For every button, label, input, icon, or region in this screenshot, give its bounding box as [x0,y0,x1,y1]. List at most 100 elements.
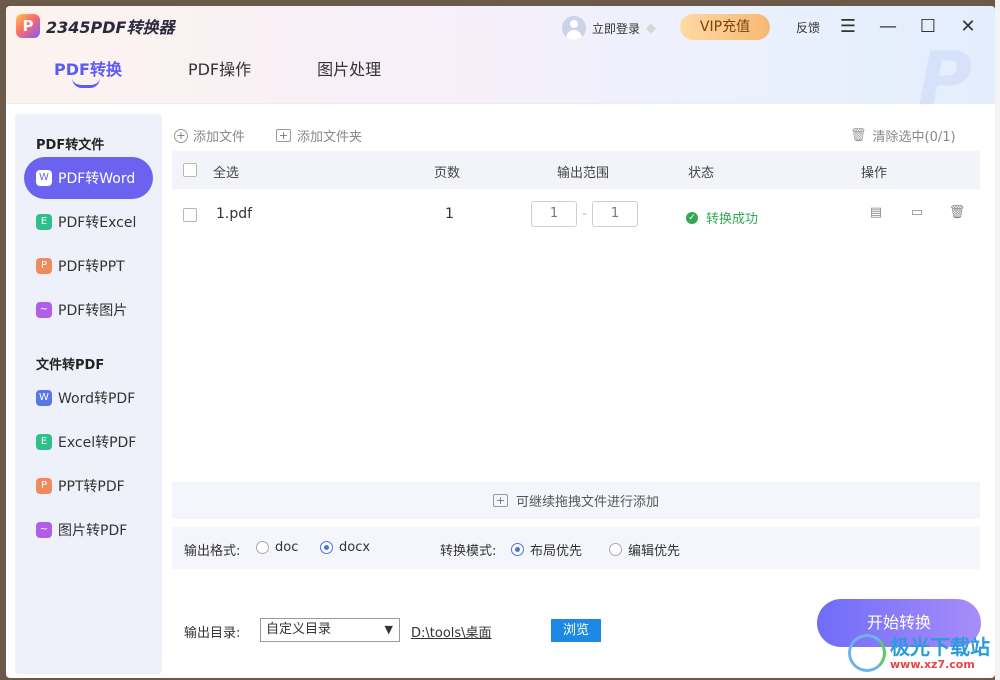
word-icon: W [36,170,52,186]
title-bar: P 2345PDF转换器 立即登录 ◆ VIP充值 反馈 ☰ — ☐ ✕ P P… [6,6,995,122]
avatar-icon[interactable] [562,16,586,40]
status-text: 转换成功 [706,212,759,227]
radio-label: docx [339,540,371,555]
main-panel: + 添加文件 + 添加文件夹 🗑 清除选中(0/1) 全选 页数 输出范围 状态… [172,114,981,674]
check-circle-icon: ✓ [686,211,698,224]
logo-icon: P [16,14,40,38]
chevron-down-icon: ▼ [384,623,393,636]
tab-label: PDF操作 [187,60,252,79]
range-from-input[interactable]: 1 [531,201,577,227]
tab-image-processing[interactable]: 图片处理 [317,56,381,80]
range-separator: - [582,206,588,222]
sidebar-item-label: PDF转图片 [58,303,128,319]
sidebar-item-pdf-to-ppt[interactable]: P PDF转PPT [24,245,153,287]
watermark-url: www.xz7.com [890,657,975,671]
desktop-edge [995,0,1000,680]
radio-label: 编辑优先 [628,544,681,559]
feedback-link[interactable]: 反馈 [796,19,820,36]
sidebar-group-title: 文件转PDF [36,358,105,373]
sidebar-item-ppt-to-pdf[interactable]: P PPT转PDF [24,465,153,507]
sidebar-item-excel-to-pdf[interactable]: E Excel转PDF [24,421,153,463]
app-logo: P 2345PDF转换器 [16,14,174,38]
header-actions: 操作 [861,166,888,181]
tab-pdf-convert[interactable]: PDF转换 [54,56,122,88]
login-area[interactable]: 立即登录 ◆ [562,16,656,40]
header-pages: 页数 [434,166,461,181]
diamond-icon: ◆ [646,20,657,36]
image-icon: ~ [36,522,52,538]
drop-hint-text: 可继续拖拽文件进行添加 [515,495,659,510]
drop-zone[interactable]: + 可继续拖拽文件进行添加 [172,482,980,519]
radio-icon [256,541,269,554]
header-status: 状态 [688,166,715,181]
status-badge: ✓ 转换成功 [686,208,758,227]
open-folder-icon[interactable]: ▭ [908,205,926,223]
site-watermark: 极光下载站 www.xz7.com [848,634,990,672]
sidebar: PDF转文件 W PDF转Word E PDF转Excel P PDF转PPT … [15,114,162,674]
range-to-input[interactable]: 1 [592,201,638,227]
open-file-icon[interactable]: ▤ [867,205,885,223]
tab-pdf-operations[interactable]: PDF操作 [188,56,251,80]
file-toolbar: + 添加文件 + 添加文件夹 🗑 清除选中(0/1) [172,126,980,146]
conversion-options: 输出格式: doc docx 转换模式: 布局优先 编辑优先 [172,527,980,569]
row-checkbox[interactable] [183,208,197,222]
header-select-all: 全选 [213,166,240,181]
sidebar-item-word-to-pdf[interactable]: W Word转PDF [24,377,153,419]
vip-button[interactable]: VIP充值 [680,14,770,40]
menu-icon[interactable]: ☰ [836,15,860,39]
sidebar-item-label: PDF转PPT [58,259,125,275]
file-name: 1.pdf [216,206,253,222]
clear-selected-button[interactable]: 🗑 清除选中(0/1) [850,126,956,145]
header-range: 输出范围 [557,166,610,181]
sidebar-item-label: PDF转Excel [58,215,137,231]
add-file-label: 添加文件 [193,130,246,145]
sidebar-item-label: Excel转PDF [58,435,137,451]
select-value: 自定义目录 [266,622,332,637]
sidebar-item-label: PPT转PDF [58,479,125,495]
sidebar-item-label: PDF转Word [58,171,136,187]
table-header: 全选 页数 输出范围 状态 操作 [172,151,980,189]
page-count: 1 [445,206,454,222]
sidebar-item-pdf-to-word[interactable]: W PDF转Word [24,157,153,199]
select-all-checkbox[interactable] [183,163,197,177]
mode-edit-radio[interactable]: 编辑优先 [609,540,680,559]
app-name: 2345PDF转换器 [46,18,175,37]
image-icon: ~ [36,302,52,318]
background-p-logo: P [918,36,973,122]
clear-selected-label: 清除选中(0/1) [872,130,956,145]
login-link[interactable]: 立即登录 [592,20,640,37]
radio-icon [511,543,524,556]
excel-icon: E [36,434,52,450]
plus-box-icon: + [492,494,508,507]
output-dir-select[interactable]: 自定义目录 ▼ [260,618,400,642]
sidebar-group-title: PDF转文件 [36,138,105,153]
add-file-button[interactable]: + 添加文件 [174,126,245,145]
delete-icon[interactable]: 🗑 [948,205,966,223]
radio-label: doc [275,540,299,555]
app-window: P 2345PDF转换器 立即登录 ◆ VIP充值 反馈 ☰ — ☐ ✕ P P… [6,6,995,678]
plus-box-icon: + [276,129,291,142]
format-doc-radio[interactable]: doc [256,540,298,555]
minimize-icon[interactable]: — [876,15,900,39]
browse-button[interactable]: 浏览 [551,619,601,642]
add-folder-button[interactable]: + 添加文件夹 [276,126,362,145]
radio-label: 布局优先 [530,544,583,559]
sidebar-item-label: 图片转PDF [58,523,128,539]
output-path-link[interactable]: D:\tools\桌面 [411,622,492,641]
sidebar-item-pdf-to-image[interactable]: ~ PDF转图片 [24,289,153,331]
sidebar-item-label: Word转PDF [58,391,136,407]
mode-layout-radio[interactable]: 布局优先 [511,540,582,559]
ppt-icon: P [36,258,52,274]
watermark-text: 极光下载站 [890,634,990,659]
tab-label: 图片处理 [317,60,382,79]
tab-label: PDF转换 [54,60,122,79]
watermark-logo-icon [848,634,886,672]
excel-icon: E [36,214,52,230]
output-dir-label: 输出目录: [184,626,241,641]
add-folder-label: 添加文件夹 [297,130,363,145]
format-docx-radio[interactable]: docx [320,540,370,555]
sidebar-item-pdf-to-excel[interactable]: E PDF转Excel [24,201,153,243]
trash-icon: 🗑 [850,128,867,143]
sidebar-item-image-to-pdf[interactable]: ~ 图片转PDF [24,509,153,551]
table-row[interactable]: 1.pdf 1 1 - 1 ✓ 转换成功 ▤ ▭ 🗑 [172,193,980,239]
